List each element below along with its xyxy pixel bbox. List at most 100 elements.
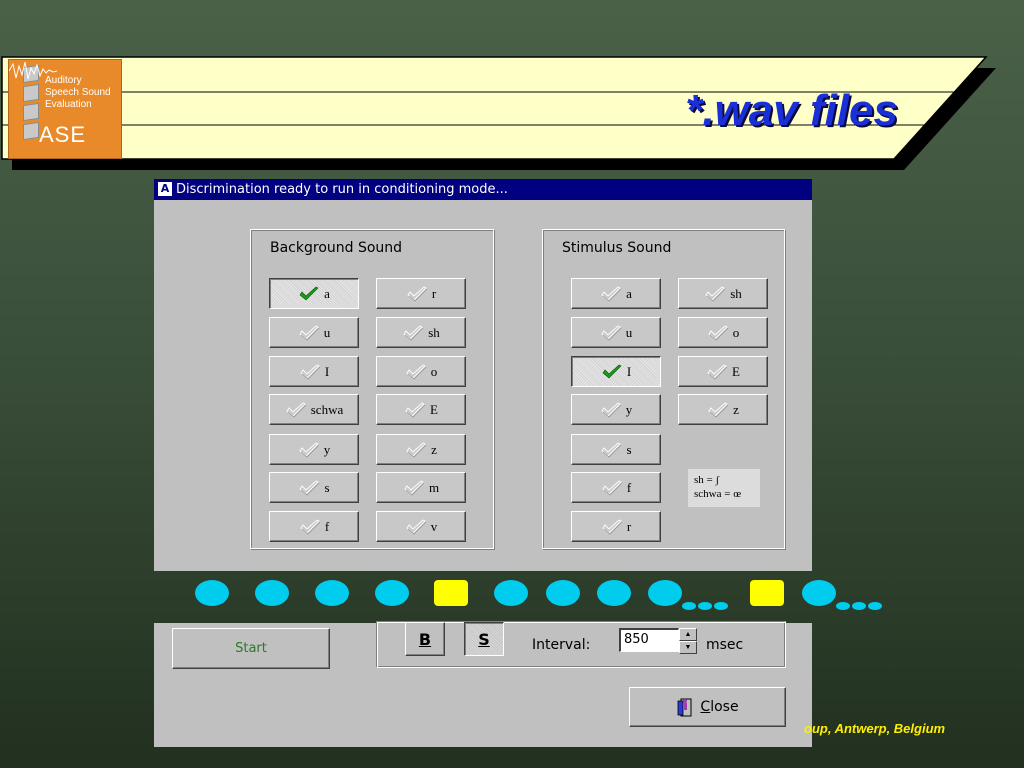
sound-label: o (732, 324, 740, 340)
checkmark-icon (602, 364, 622, 378)
ase-logo: Auditory Speech Sound Evaluation ASE (8, 59, 122, 159)
sequence-square (434, 580, 468, 606)
sound-label: I (324, 363, 330, 379)
b-button[interactable]: B (405, 622, 445, 656)
start-button[interactable]: Start (172, 628, 330, 669)
checkmark-outline-icon (601, 441, 622, 457)
sound-label: sh (730, 285, 742, 301)
sound-label: r (626, 518, 632, 534)
sound-button-r[interactable]: r (376, 278, 466, 309)
sound-label: E (732, 363, 740, 379)
footer-credit: oup, Antwerp, Belgium (804, 721, 946, 736)
sound-button-s[interactable]: s (269, 472, 359, 503)
door-exit-icon (678, 698, 692, 717)
sound-label: r (431, 285, 437, 301)
sound-label: u (625, 324, 633, 340)
sound-label: z (733, 401, 739, 417)
checkmark-outline-icon (602, 518, 623, 534)
note-sh: sh = ʃ (694, 474, 720, 486)
sound-label: y (323, 441, 331, 457)
sequence-dot (494, 580, 528, 606)
sound-label: sh (428, 324, 440, 340)
stimulus-sound-title: Stimulus Sound (562, 240, 672, 256)
sound-button-r[interactable]: r (571, 511, 661, 542)
sound-label: z (431, 441, 437, 457)
checkmark-outline-icon (403, 324, 424, 340)
checkmark-outline-icon (406, 441, 427, 457)
sequence-dot (195, 580, 229, 606)
sound-button-s[interactable]: s (571, 434, 661, 465)
close-button[interactable]: Close (629, 687, 786, 727)
checkmark-outline-icon (299, 441, 319, 457)
logo-line-3: Evaluation (45, 99, 92, 110)
sound-label: m (428, 479, 440, 495)
checkmark-outline-icon (601, 324, 621, 340)
checkmark-outline-icon (404, 479, 425, 495)
sound-button-y[interactable]: y (571, 394, 661, 425)
sound-button-o[interactable]: o (678, 317, 768, 348)
checkmark-outline-icon (286, 401, 306, 417)
close-label: Close (700, 699, 739, 715)
sound-button-i[interactable]: I (571, 356, 661, 387)
checkmark-outline-icon (601, 285, 622, 301)
sound-button-f[interactable]: f (571, 472, 661, 503)
sound-label: I (626, 363, 632, 379)
sound-button-f[interactable]: f (269, 511, 359, 542)
sound-button-e[interactable]: E (376, 394, 466, 425)
interval-label: Interval: (532, 637, 591, 653)
sound-button-sh[interactable]: sh (376, 317, 466, 348)
sound-label: v (430, 518, 438, 534)
background-sound-title: Background Sound (270, 240, 403, 256)
logo-line-2: Speech Sound (45, 87, 111, 98)
s-button[interactable]: S (464, 622, 504, 656)
sequence-square (750, 580, 784, 606)
sound-button-sh[interactable]: sh (678, 278, 768, 309)
logo-abbr: ASE (39, 122, 87, 147)
spin-up-icon[interactable]: ▲ (679, 628, 697, 641)
sound-button-z[interactable]: z (376, 434, 466, 465)
sound-button-a[interactable]: a (571, 278, 661, 309)
checkmark-outline-icon (406, 363, 426, 379)
checkmark-outline-icon (300, 518, 321, 534)
sound-label: E (430, 401, 438, 417)
sound-label: schwa (310, 401, 344, 417)
dialog-titlebar[interactable]: A Discrimination ready to run in conditi… (154, 179, 812, 200)
sound-button-v[interactable]: v (376, 511, 466, 542)
sound-label: a (324, 285, 330, 301)
sound-button-a[interactable]: a (269, 278, 359, 309)
sound-button-schwa[interactable]: schwa (269, 394, 359, 425)
sound-button-m[interactable]: m (376, 472, 466, 503)
spin-down-icon[interactable]: ▼ (679, 641, 697, 654)
sequence-dot (255, 580, 289, 606)
dialog-title: Discrimination ready to run in condition… (176, 182, 508, 197)
control-panel: Start B S Interval: 850 ▲ ▼ msec Close (154, 621, 812, 747)
sound-button-i[interactable]: I (269, 356, 359, 387)
sound-label: a (626, 285, 632, 301)
page-title: *.wav files (685, 86, 898, 135)
checkmark-outline-icon (405, 401, 426, 417)
sound-button-u[interactable]: u (571, 317, 661, 348)
sound-button-y[interactable]: y (269, 434, 359, 465)
checkmark-icon (299, 286, 319, 300)
sound-button-o[interactable]: o (376, 356, 466, 387)
sequence-dot (315, 580, 349, 606)
checkmark-outline-icon (707, 363, 728, 379)
sound-button-z[interactable]: z (678, 394, 768, 425)
checkmark-outline-icon (299, 479, 320, 495)
sound-button-e[interactable]: E (678, 356, 768, 387)
background-sound-group: Background Sound a r u sh Io schwa Ey z s m f v (250, 229, 495, 550)
stimulus-sequence (150, 571, 900, 623)
interval-input[interactable]: 850 (619, 628, 679, 652)
checkmark-outline-icon (708, 401, 729, 417)
checkmark-outline-icon (602, 479, 623, 495)
sequence-dot (597, 580, 631, 606)
sound-label: s (324, 479, 330, 495)
checkmark-outline-icon (601, 401, 621, 417)
sequence-ellipsis (682, 597, 730, 610)
checkmark-outline-icon (708, 324, 728, 340)
sequence-dot (648, 580, 682, 606)
interval-spinner[interactable]: ▲ ▼ (679, 628, 697, 654)
sequence-dot (546, 580, 580, 606)
sound-button-u[interactable]: u (269, 317, 359, 348)
discrimination-dialog: A Discrimination ready to run in conditi… (154, 179, 812, 571)
